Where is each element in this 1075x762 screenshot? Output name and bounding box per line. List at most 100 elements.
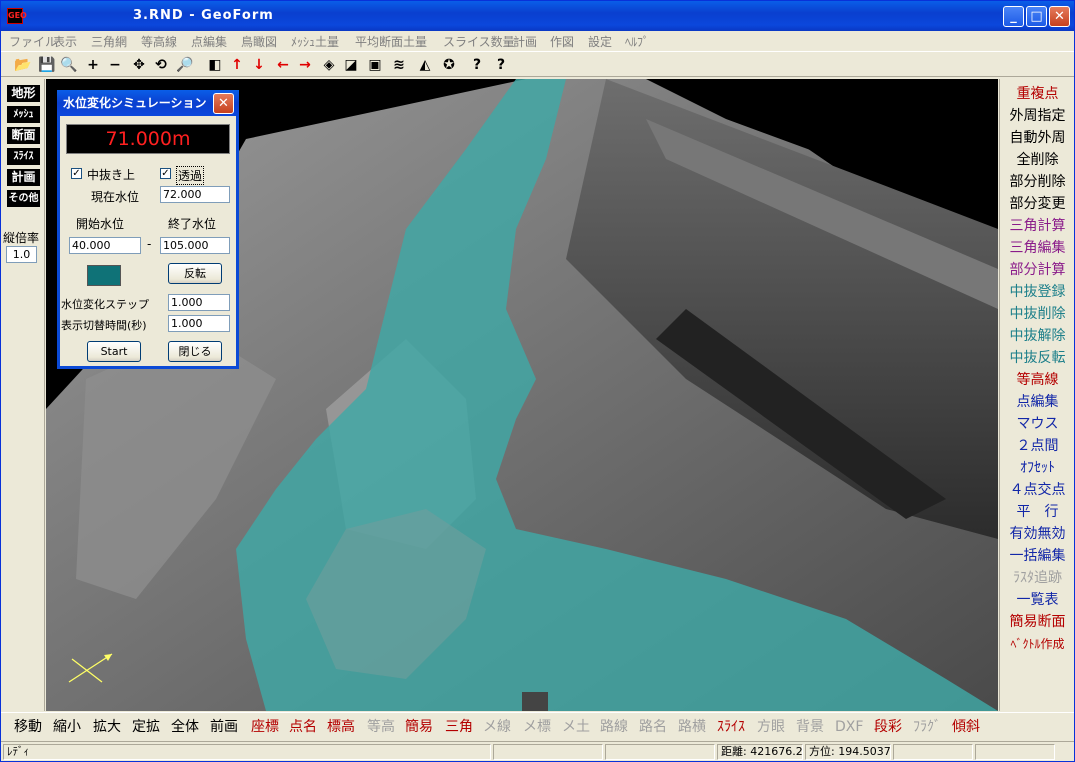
- mesh-icon[interactable]: ≋: [389, 55, 409, 75]
- close-button[interactable]: ✕: [1049, 6, 1070, 27]
- menu-item-9[interactable]: 計画: [513, 33, 537, 50]
- menu-item-2[interactable]: 三角網: [91, 33, 127, 50]
- left-button-terrain[interactable]: 地形: [7, 85, 40, 102]
- arrow-right-icon[interactable]: →: [295, 55, 315, 75]
- menu-item-6[interactable]: ﾒｯｼｭ土量: [291, 33, 339, 50]
- view-side-icon[interactable]: ◪: [341, 55, 361, 75]
- maximize-button[interactable]: □: [1026, 6, 1047, 27]
- interval-input[interactable]: 1.000: [168, 315, 230, 332]
- right-button-12[interactable]: 中抜反転: [1000, 347, 1075, 369]
- menu-item-0[interactable]: ファイル: [9, 33, 57, 50]
- minus-icon[interactable]: −: [105, 55, 125, 75]
- bottom-button-13[interactable]: メ標: [523, 718, 551, 736]
- arrow-up-icon[interactable]: ↑: [227, 55, 247, 75]
- window-icon[interactable]: ▣: [365, 55, 385, 75]
- terrain-icon[interactable]: ◭: [415, 55, 435, 75]
- right-button-1[interactable]: 外周指定: [1000, 105, 1075, 127]
- right-button-21[interactable]: 一括編集: [1000, 545, 1075, 567]
- cube-icon[interactable]: ◧: [205, 55, 225, 75]
- left-button-plan[interactable]: 計画: [7, 169, 40, 186]
- bottom-button-17[interactable]: 路横: [678, 718, 706, 736]
- bottom-button-7[interactable]: 点名: [289, 718, 317, 736]
- bottom-button-4[interactable]: 全体: [171, 718, 199, 736]
- dialog-title[interactable]: 水位変化シミュレーション: [57, 90, 239, 116]
- right-button-11[interactable]: 中抜解除: [1000, 325, 1075, 347]
- reverse-button[interactable]: 反転: [168, 263, 222, 284]
- left-button-mesh[interactable]: ﾒｯｼｭ: [7, 106, 40, 123]
- right-button-8[interactable]: 部分計算: [1000, 259, 1075, 281]
- right-button-23[interactable]: 一覧表: [1000, 589, 1075, 611]
- menu-item-8[interactable]: スライス数量: [443, 33, 515, 50]
- right-button-13[interactable]: 等高線: [1000, 369, 1075, 391]
- right-button-14[interactable]: 点編集: [1000, 391, 1075, 413]
- context-help-icon[interactable]: ?: [491, 55, 511, 75]
- arrow-left-icon[interactable]: ←: [273, 55, 293, 75]
- bottom-button-21[interactable]: DXF: [835, 718, 863, 736]
- right-button-9[interactable]: 中抜登録: [1000, 281, 1075, 303]
- right-button-10[interactable]: 中抜削除: [1000, 303, 1075, 325]
- title-bar[interactable]: GEO 3.RND - GeoForm _ □ ✕: [1, 1, 1074, 31]
- right-button-19[interactable]: 平 行: [1000, 501, 1075, 523]
- end-level-input[interactable]: 105.000: [160, 237, 230, 254]
- right-button-15[interactable]: マウス: [1000, 413, 1075, 435]
- water-color-swatch[interactable]: [87, 265, 121, 286]
- menu-item-5[interactable]: 鳥瞰図: [241, 33, 277, 50]
- left-button-slice[interactable]: ｽﾗｲｽ: [7, 148, 40, 165]
- help-icon[interactable]: ?: [467, 55, 487, 75]
- menu-item-12[interactable]: ﾍﾙﾌﾟ: [625, 33, 649, 50]
- menu-item-11[interactable]: 設定: [588, 33, 612, 50]
- right-button-2[interactable]: 自動外周: [1000, 127, 1075, 149]
- bottom-button-8[interactable]: 標高: [327, 718, 355, 736]
- bottom-button-22[interactable]: 段彩: [874, 718, 902, 736]
- settings-icon[interactable]: ✪: [439, 55, 459, 75]
- minimize-button[interactable]: _: [1003, 6, 1024, 27]
- save-icon[interactable]: 💾: [37, 55, 57, 75]
- bottom-button-14[interactable]: メ土: [562, 718, 590, 736]
- menu-item-10[interactable]: 作図: [550, 33, 574, 50]
- start-button[interactable]: Start: [87, 341, 141, 362]
- left-button-section[interactable]: 断面: [7, 127, 40, 144]
- open-folder-icon[interactable]: 📂: [13, 55, 33, 75]
- bottom-button-9[interactable]: 等高: [367, 718, 395, 736]
- bottom-button-3[interactable]: 定拡: [132, 718, 160, 736]
- right-button-22[interactable]: ﾗｽﾀ追跡: [1000, 567, 1075, 589]
- right-button-5[interactable]: 部分変更: [1000, 193, 1075, 215]
- dialog-close-button[interactable]: ✕: [213, 93, 234, 114]
- right-button-25[interactable]: ﾍﾞｸﾄﾙ作成: [1000, 633, 1075, 655]
- right-button-16[interactable]: ２点間: [1000, 435, 1075, 457]
- zoom-icon[interactable]: 🔍: [59, 55, 79, 75]
- bottom-button-18[interactable]: ｽﾗｲｽ: [717, 718, 745, 736]
- view-3d-icon[interactable]: ◈: [319, 55, 339, 75]
- rotate-icon[interactable]: ⟲: [151, 55, 171, 75]
- left-button-other[interactable]: その他: [7, 190, 40, 207]
- dialog-close-text-button[interactable]: 閉じる: [168, 341, 222, 362]
- menu-item-3[interactable]: 等高線: [141, 33, 177, 50]
- start-level-input[interactable]: 40.000: [69, 237, 141, 254]
- bottom-button-23[interactable]: ﾌﾗｸﾞ: [913, 718, 941, 736]
- bottom-button-0[interactable]: 移動: [14, 718, 42, 736]
- right-button-6[interactable]: 三角計算: [1000, 215, 1075, 237]
- nakanuki-checkbox[interactable]: ✓: [71, 168, 82, 179]
- bottom-button-16[interactable]: 路名: [639, 718, 667, 736]
- bottom-button-6[interactable]: 座標: [251, 718, 279, 736]
- app-icon[interactable]: GEO: [7, 8, 27, 24]
- move-icon[interactable]: ✥: [129, 55, 149, 75]
- current-level-input[interactable]: 72.000: [160, 186, 230, 203]
- menu-item-1[interactable]: 表示: [53, 33, 77, 50]
- bottom-button-19[interactable]: 方眼: [757, 718, 785, 736]
- right-button-4[interactable]: 部分削除: [1000, 171, 1075, 193]
- bottom-button-15[interactable]: 路線: [600, 718, 628, 736]
- vertical-scale-input[interactable]: 1.0: [6, 246, 37, 263]
- right-button-3[interactable]: 全削除: [1000, 149, 1075, 171]
- right-button-24[interactable]: 簡易断面: [1000, 611, 1075, 633]
- bottom-button-20[interactable]: 背景: [796, 718, 824, 736]
- bottom-button-1[interactable]: 縮小: [53, 718, 81, 736]
- right-button-20[interactable]: 有効無効: [1000, 523, 1075, 545]
- right-button-7[interactable]: 三角編集: [1000, 237, 1075, 259]
- bottom-button-2[interactable]: 拡大: [93, 718, 121, 736]
- arrow-down-icon[interactable]: ↓: [249, 55, 269, 75]
- transparent-checkbox[interactable]: ✓: [160, 168, 171, 179]
- right-button-0[interactable]: 重複点: [1000, 83, 1075, 105]
- menu-item-4[interactable]: 点編集: [191, 33, 227, 50]
- bottom-button-12[interactable]: メ線: [483, 718, 511, 736]
